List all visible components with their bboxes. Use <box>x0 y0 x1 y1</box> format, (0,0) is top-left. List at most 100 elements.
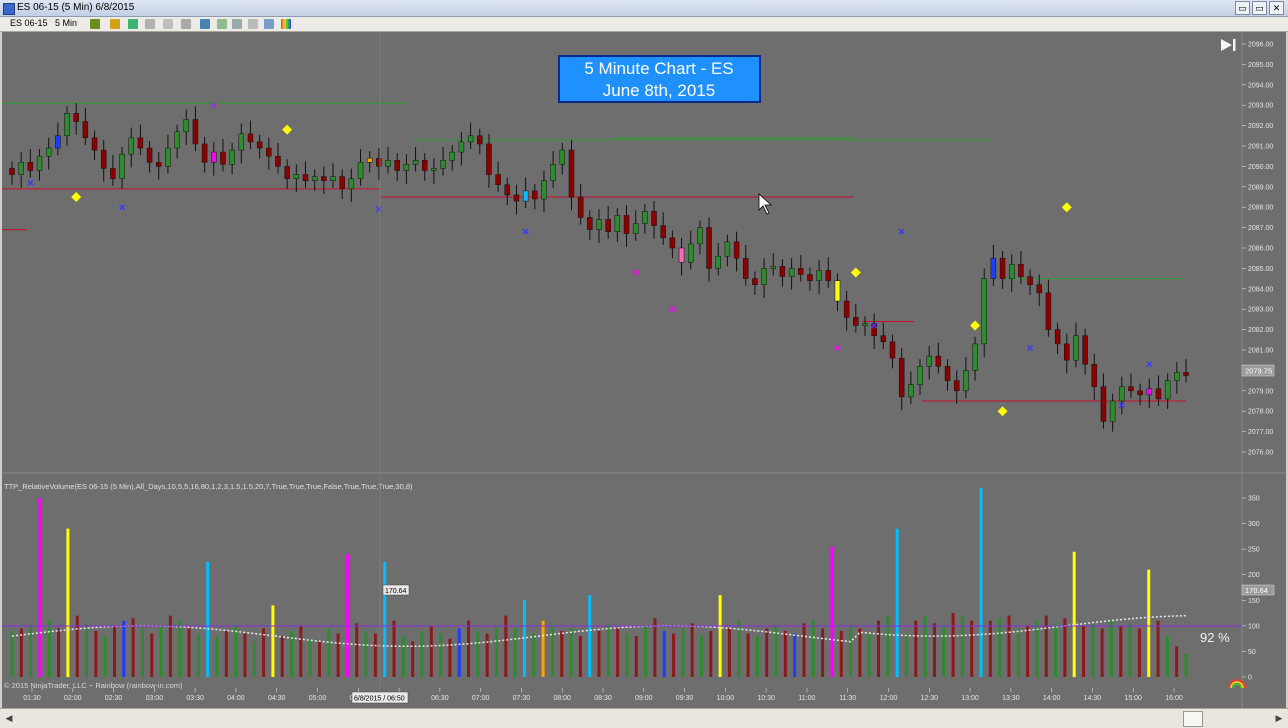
candle-body <box>953 380 960 392</box>
candle-body <box>229 149 235 165</box>
candle-body <box>1073 335 1079 361</box>
candle-body <box>1045 292 1052 330</box>
candle-body <box>348 178 355 190</box>
candle-body <box>458 141 465 153</box>
candle-body <box>972 343 978 371</box>
candle-body <box>532 190 538 200</box>
scroll-left-icon[interactable]: ◀ <box>3 712 15 724</box>
scroll-right-icon[interactable]: ▶ <box>1273 712 1285 724</box>
candle-body <box>541 180 547 200</box>
time-tick-label: 11:00 <box>798 695 815 702</box>
horizontal-scrollbar[interactable]: ◀ ▶ <box>0 708 1288 728</box>
candle-body <box>522 190 529 202</box>
candle-body <box>651 211 657 226</box>
candle-body <box>495 174 501 186</box>
interval-selector[interactable]: 5 Min <box>55 18 77 28</box>
window-link-icon[interactable] <box>264 19 274 29</box>
time-tick-label: 04:30 <box>268 695 286 702</box>
scrollbar-thumb[interactable] <box>1183 711 1203 727</box>
time-tick-label: 12:30 <box>921 695 939 702</box>
candle-body <box>174 131 180 149</box>
candle-body <box>440 160 446 169</box>
candle-body <box>275 155 281 167</box>
candle-body <box>266 147 272 157</box>
candle-body <box>550 164 556 181</box>
time-tick-label: 02:30 <box>105 695 123 702</box>
candle-body <box>678 247 685 263</box>
restore-button[interactable]: ▭ <box>1252 1 1267 15</box>
candle-body <box>559 149 566 165</box>
candle-body <box>605 219 611 232</box>
volume-marker-label: 170.64 <box>1245 586 1268 595</box>
time-tick-label: 04:00 <box>227 695 245 702</box>
window-controls: ▭ ▭ ✕ <box>1235 1 1284 15</box>
title-line-1: 5 Minute Chart - ES <box>584 59 733 78</box>
candle-body <box>449 151 455 161</box>
window-title: ES 06-15 (5 Min) 6/8/2015 <box>17 2 135 13</box>
candle-body <box>91 137 98 151</box>
candle-body <box>596 219 602 230</box>
candle-body <box>1183 372 1189 376</box>
price-tick-label: 2079.00 <box>1248 388 1273 395</box>
candle-body <box>697 227 703 245</box>
eraser-icon[interactable] <box>145 19 155 29</box>
volume-tick-label: 300 <box>1248 521 1260 528</box>
candle-body <box>256 141 263 149</box>
properties-icon[interactable] <box>200 19 210 29</box>
candle-body <box>908 384 914 398</box>
candle-body <box>201 143 208 163</box>
price-tick-label: 2078.00 <box>1248 409 1273 416</box>
template-icon[interactable] <box>248 19 258 29</box>
price-tick-label: 2082.00 <box>1248 327 1273 334</box>
rainbow-icon[interactable] <box>281 19 291 29</box>
candle-body <box>366 157 373 163</box>
candle-body <box>513 194 520 202</box>
strategies-icon[interactable] <box>232 19 242 29</box>
candle-body <box>1174 372 1180 381</box>
time-tick-label: 10:00 <box>717 695 735 702</box>
candle-body <box>834 280 841 302</box>
drawing-tool-icon[interactable] <box>128 19 138 29</box>
candle-body <box>192 119 199 145</box>
price-tick-label: 2091.00 <box>1248 144 1273 151</box>
candle-body <box>614 215 621 232</box>
candle-body <box>73 113 79 122</box>
close-button[interactable]: ✕ <box>1269 1 1284 15</box>
candle-body <box>1100 386 1107 422</box>
volume-tick-label: 0 <box>1248 675 1252 682</box>
instrument-selector[interactable]: ES 06-15 <box>10 18 48 28</box>
volume-tick-label: 50 <box>1248 649 1256 656</box>
candle-body <box>963 370 969 392</box>
bar-type-icon[interactable] <box>90 19 100 29</box>
pencil-icon[interactable] <box>110 19 120 29</box>
candle-body <box>743 257 749 279</box>
volume-tick-label: 350 <box>1248 496 1260 503</box>
price-tick-label: 2088.00 <box>1248 205 1273 212</box>
candle-body <box>128 137 134 155</box>
chart-svg[interactable]: 2096.00 2095.00 2094.00 2093.00 2092.00 2091.… <box>2 32 1286 708</box>
candle-body <box>898 357 905 398</box>
candle-body <box>853 317 859 326</box>
candle-body <box>761 268 767 285</box>
price-tick-label: 2094.00 <box>1248 82 1273 89</box>
candle-body <box>486 143 492 175</box>
indicators-icon[interactable] <box>217 19 227 29</box>
candle-body <box>1155 388 1162 400</box>
chart-area[interactable]: 2096.00 2095.00 2094.00 2093.00 2092.00 2091.… <box>2 32 1286 708</box>
candle-body <box>220 151 226 165</box>
zoom-icon[interactable] <box>163 19 173 29</box>
candle-body <box>990 257 997 279</box>
minimize-button[interactable]: ▭ <box>1235 1 1250 15</box>
candle-body <box>1119 386 1125 402</box>
candle-body <box>55 135 61 149</box>
time-tick-label: 09:00 <box>635 695 653 702</box>
candle-body <box>1109 400 1116 422</box>
candle-body <box>27 162 34 171</box>
cursor-icon[interactable] <box>181 19 191 29</box>
candle-body <box>1036 284 1042 294</box>
candle-body <box>137 137 144 149</box>
candle-body <box>45 147 52 157</box>
candle-body <box>165 147 171 167</box>
price-tick-label: 2096.00 <box>1248 42 1273 49</box>
time-tick-label: 03:00 <box>146 695 164 702</box>
